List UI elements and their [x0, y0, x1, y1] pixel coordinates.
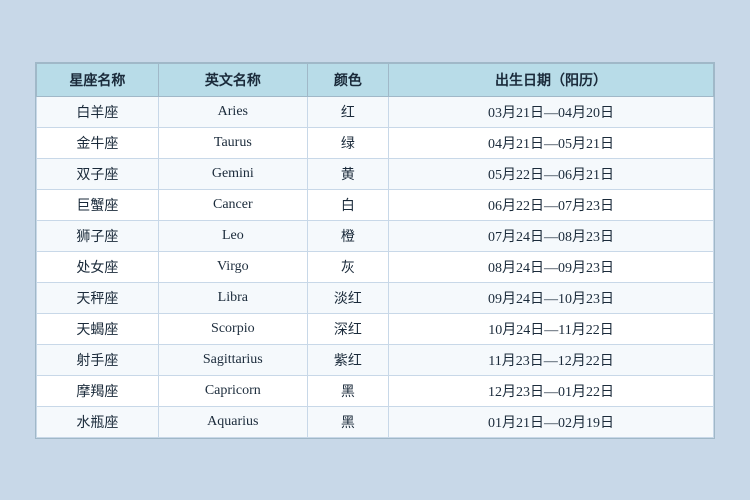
cell-english: Gemini: [158, 158, 307, 189]
table-row: 金牛座Taurus绿04月21日—05月21日: [37, 127, 714, 158]
cell-date: 09月24日—10月23日: [389, 282, 714, 313]
table-row: 天秤座Libra淡红09月24日—10月23日: [37, 282, 714, 313]
table-body: 白羊座Aries红03月21日—04月20日金牛座Taurus绿04月21日—0…: [37, 96, 714, 437]
cell-color: 深红: [307, 313, 388, 344]
cell-english: Leo: [158, 220, 307, 251]
cell-english: Aquarius: [158, 406, 307, 437]
cell-color: 橙: [307, 220, 388, 251]
cell-english: Scorpio: [158, 313, 307, 344]
header-chinese: 星座名称: [37, 63, 159, 96]
cell-chinese: 金牛座: [37, 127, 159, 158]
cell-chinese: 摩羯座: [37, 375, 159, 406]
cell-chinese: 水瓶座: [37, 406, 159, 437]
cell-date: 04月21日—05月21日: [389, 127, 714, 158]
cell-chinese: 双子座: [37, 158, 159, 189]
cell-color: 紫红: [307, 344, 388, 375]
header-color: 颜色: [307, 63, 388, 96]
cell-color: 红: [307, 96, 388, 127]
cell-date: 06月22日—07月23日: [389, 189, 714, 220]
table-row: 白羊座Aries红03月21日—04月20日: [37, 96, 714, 127]
cell-color: 黄: [307, 158, 388, 189]
cell-date: 03月21日—04月20日: [389, 96, 714, 127]
cell-chinese: 天秤座: [37, 282, 159, 313]
cell-color: 灰: [307, 251, 388, 282]
cell-color: 淡红: [307, 282, 388, 313]
cell-chinese: 白羊座: [37, 96, 159, 127]
zodiac-table: 星座名称 英文名称 颜色 出生日期（阳历） 白羊座Aries红03月21日—04…: [36, 63, 714, 438]
cell-date: 08月24日—09月23日: [389, 251, 714, 282]
cell-color: 黑: [307, 406, 388, 437]
cell-date: 10月24日—11月22日: [389, 313, 714, 344]
cell-english: Cancer: [158, 189, 307, 220]
cell-date: 01月21日—02月19日: [389, 406, 714, 437]
cell-chinese: 狮子座: [37, 220, 159, 251]
table-header-row: 星座名称 英文名称 颜色 出生日期（阳历）: [37, 63, 714, 96]
cell-chinese: 巨蟹座: [37, 189, 159, 220]
cell-chinese: 天蝎座: [37, 313, 159, 344]
cell-date: 05月22日—06月21日: [389, 158, 714, 189]
cell-english: Taurus: [158, 127, 307, 158]
table-row: 双子座Gemini黄05月22日—06月21日: [37, 158, 714, 189]
cell-english: Libra: [158, 282, 307, 313]
header-english: 英文名称: [158, 63, 307, 96]
table-row: 射手座Sagittarius紫红11月23日—12月22日: [37, 344, 714, 375]
cell-english: Sagittarius: [158, 344, 307, 375]
cell-english: Aries: [158, 96, 307, 127]
cell-color: 白: [307, 189, 388, 220]
table-row: 处女座Virgo灰08月24日—09月23日: [37, 251, 714, 282]
cell-date: 12月23日—01月22日: [389, 375, 714, 406]
zodiac-table-wrapper: 星座名称 英文名称 颜色 出生日期（阳历） 白羊座Aries红03月21日—04…: [35, 62, 715, 439]
cell-color: 绿: [307, 127, 388, 158]
table-row: 水瓶座Aquarius黑01月21日—02月19日: [37, 406, 714, 437]
cell-english: Virgo: [158, 251, 307, 282]
table-row: 巨蟹座Cancer白06月22日—07月23日: [37, 189, 714, 220]
header-date: 出生日期（阳历）: [389, 63, 714, 96]
cell-date: 11月23日—12月22日: [389, 344, 714, 375]
cell-date: 07月24日—08月23日: [389, 220, 714, 251]
cell-color: 黑: [307, 375, 388, 406]
table-row: 天蝎座Scorpio深红10月24日—11月22日: [37, 313, 714, 344]
cell-chinese: 射手座: [37, 344, 159, 375]
cell-english: Capricorn: [158, 375, 307, 406]
cell-chinese: 处女座: [37, 251, 159, 282]
table-row: 狮子座Leo橙07月24日—08月23日: [37, 220, 714, 251]
table-row: 摩羯座Capricorn黑12月23日—01月22日: [37, 375, 714, 406]
